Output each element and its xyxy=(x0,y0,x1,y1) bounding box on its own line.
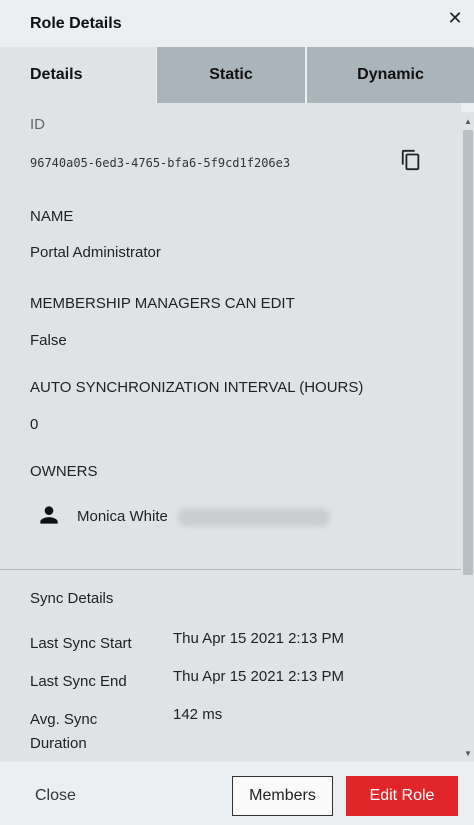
scroll-up-icon[interactable]: ▲ xyxy=(464,118,472,126)
role-details-panel: Role Details ✕ Details Static Dynamic ID… xyxy=(0,0,474,825)
tab-static[interactable]: Static xyxy=(157,47,305,103)
last-sync-end-value: Thu Apr 15 2021 2:13 PM xyxy=(173,668,344,685)
panel-header: Role Details ✕ xyxy=(0,0,474,47)
copy-icon[interactable] xyxy=(400,149,422,171)
person-icon xyxy=(40,506,58,524)
owner-email-redacted xyxy=(178,508,330,526)
membership-managers-label: MEMBERSHIP MANAGERS CAN EDIT xyxy=(30,295,295,312)
scroll-thumb[interactable] xyxy=(463,130,473,575)
auto-sync-value: 0 xyxy=(30,416,39,433)
id-label: ID xyxy=(30,116,45,133)
members-button[interactable]: Members xyxy=(232,776,333,816)
tab-details[interactable]: Details xyxy=(0,47,156,103)
last-sync-start-label: Last Sync Start xyxy=(30,635,132,652)
scroll-down-icon[interactable]: ▼ xyxy=(464,750,472,758)
panel-footer: Close Members Edit Role xyxy=(0,762,474,825)
close-button[interactable]: Close xyxy=(35,787,76,805)
content-scrollbar[interactable]: ▲ ▼ xyxy=(461,112,474,762)
avg-sync-duration-value: 142 ms xyxy=(173,706,223,723)
close-icon[interactable]: ✕ xyxy=(444,7,466,29)
sync-details-section: Sync Details Last Sync Start Thu Apr 15 … xyxy=(0,570,461,762)
id-value: 96740a05-6ed3-4765-bfa6-5f9cd1f206e3 xyxy=(30,156,291,170)
panel-title: Role Details xyxy=(30,15,122,32)
details-content: ID 96740a05-6ed3-4765-bfa6-5f9cd1f206e3 … xyxy=(0,103,461,762)
last-sync-end-label: Last Sync End xyxy=(30,673,127,690)
avg-sync-duration-label: Avg. Sync Duration xyxy=(30,711,98,752)
auto-sync-label: AUTO SYNCHRONIZATION INTERVAL (HOURS) xyxy=(30,379,364,396)
membership-managers-value: False xyxy=(30,332,67,349)
owner-name: Monica White xyxy=(77,508,168,525)
last-sync-start-value: Thu Apr 15 2021 2:13 PM xyxy=(173,630,344,647)
edit-role-button[interactable]: Edit Role xyxy=(346,776,458,816)
sync-details-title: Sync Details xyxy=(30,590,114,607)
tab-dynamic[interactable]: Dynamic xyxy=(307,47,474,103)
name-value: Portal Administrator xyxy=(30,244,161,261)
owners-label: OWNERS xyxy=(30,463,98,480)
tab-bar: Details Static Dynamic xyxy=(0,47,474,103)
name-label: NAME xyxy=(30,208,74,225)
